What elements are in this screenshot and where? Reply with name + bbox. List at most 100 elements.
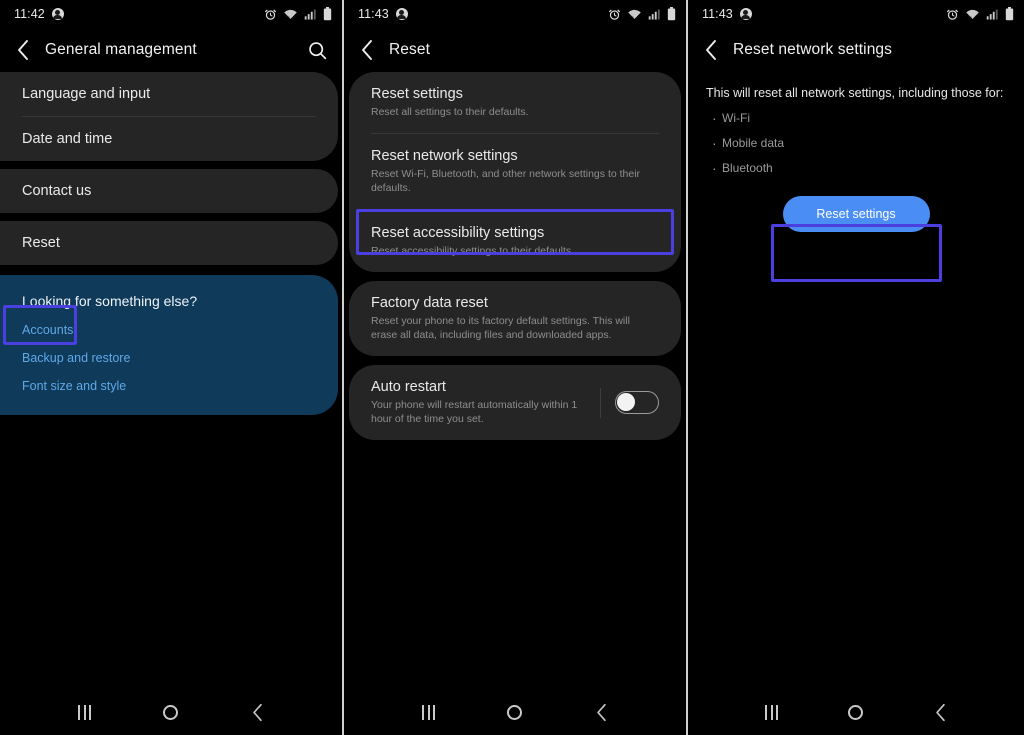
reset-settings-button[interactable]: Reset settings — [782, 196, 930, 232]
highlight-box-reset-settings-button — [771, 224, 942, 282]
back-chevron-icon[interactable] — [360, 39, 374, 61]
list-item-reset[interactable]: Reset — [0, 221, 338, 265]
search-icon[interactable] — [307, 40, 328, 61]
settings-card-2: Contact us — [0, 169, 338, 213]
status-bar-right — [946, 7, 1014, 21]
list-item-description: Reset your phone to its factory default … — [371, 314, 630, 341]
signal-icon — [304, 9, 316, 20]
list-item-label: Reset accessibility settings — [371, 224, 545, 241]
home-icon[interactable] — [507, 705, 523, 720]
list-item-language-and-input[interactable]: Language and input — [0, 72, 338, 116]
status-time: 11:43 — [702, 7, 733, 21]
signal-icon — [986, 9, 998, 20]
list-item-mobile-data: Mobile data — [712, 135, 1006, 151]
promo-link-backup-and-restore[interactable]: Backup and restore — [22, 351, 316, 365]
list-item-date-and-time[interactable]: Date and time — [0, 117, 338, 161]
wifi-icon — [966, 9, 979, 19]
list-item-description: Your phone will restart automatically wi… — [371, 399, 578, 426]
recents-icon[interactable] — [765, 705, 779, 720]
list-item-reset-settings[interactable]: Reset settings Reset all settings to the… — [349, 72, 681, 133]
settings-list: Reset settings Reset all settings to the… — [344, 72, 686, 690]
promo-card-looking-for-something-else: Looking for something else? Accounts Bac… — [0, 275, 338, 415]
list-item-label: Reset settings — [371, 86, 463, 102]
status-bar-left: 11:43 — [358, 7, 408, 21]
status-time: 11:43 — [358, 7, 389, 21]
list-item-label: Language and input — [22, 86, 151, 102]
list-item-texts: Auto restart Your phone will restart aut… — [371, 379, 600, 426]
battery-icon — [1005, 7, 1014, 21]
alarm-icon — [946, 9, 959, 20]
list-item-auto-restart[interactable]: Auto restart Your phone will restart aut… — [349, 365, 681, 440]
back-chevron-icon[interactable] — [934, 703, 947, 722]
promo-link-accounts[interactable]: Accounts — [22, 323, 316, 337]
list-item-bluetooth: Bluetooth — [712, 160, 1006, 176]
phone-screen-general-management: 11:42 General management Language and in… — [0, 0, 342, 735]
screenshot-root: 11:42 General management Language and in… — [0, 0, 1024, 735]
toggle-knob — [617, 393, 635, 412]
settings-card-1: Language and input Date and time — [0, 72, 338, 161]
list-item-description: Reset accessibility settings to their de… — [371, 244, 575, 257]
auto-restart-toggle[interactable] — [615, 391, 659, 415]
list-item-reset-network-settings[interactable]: Reset network settings Reset Wi-Fi, Blue… — [349, 134, 681, 209]
status-bar: 11:42 — [0, 0, 342, 28]
list-item-label: Reset — [22, 235, 60, 251]
recents-icon[interactable] — [422, 705, 436, 720]
back-chevron-icon[interactable] — [251, 703, 264, 722]
list-item-label: Auto restart — [371, 379, 446, 396]
home-icon[interactable] — [163, 705, 179, 720]
phone-screen-reset-network-settings: 11:43 Reset network settings This will r… — [688, 0, 1024, 735]
reset-description: This will reset all network settings, in… — [706, 86, 1004, 100]
status-bar-left: 11:42 — [14, 7, 64, 21]
page-title: Reset — [389, 41, 430, 58]
list-item-label: Reset network settings — [371, 148, 518, 165]
back-chevron-icon[interactable] — [16, 39, 30, 61]
toggle-area — [600, 387, 659, 418]
person-icon — [51, 8, 64, 20]
status-bar: 11:43 — [688, 0, 1024, 28]
person-icon — [739, 8, 752, 20]
list-item-contact-us[interactable]: Contact us — [0, 169, 338, 213]
navigation-bar — [688, 690, 1024, 735]
alarm-icon — [264, 9, 277, 20]
battery-icon — [323, 7, 332, 21]
settings-card-reset-options: Reset settings Reset all settings to the… — [349, 72, 681, 272]
list-item-label: Date and time — [22, 131, 113, 147]
person-icon — [395, 8, 408, 20]
navigation-bar — [0, 690, 342, 735]
home-icon[interactable] — [848, 705, 864, 720]
signal-icon — [648, 9, 660, 20]
list-item-description: Reset all settings to their defaults. — [371, 106, 529, 118]
list-item-reset-accessibility-settings[interactable]: Reset accessibility settings Reset acces… — [349, 211, 681, 272]
status-bar-right — [608, 7, 676, 21]
list-item-label: Contact us — [22, 183, 92, 199]
settings-card-factory-reset: Factory data reset Reset your phone to i… — [349, 280, 681, 357]
toggle-divider — [600, 387, 601, 418]
page-title: Reset network settings — [733, 41, 892, 58]
status-time: 11:42 — [14, 7, 45, 21]
battery-icon — [667, 7, 676, 21]
page-title: General management — [45, 41, 197, 58]
app-bar: General management — [0, 28, 342, 72]
reset-network-body: This will reset all network settings, in… — [688, 72, 1024, 232]
wifi-icon — [284, 9, 297, 19]
back-chevron-icon[interactable] — [704, 39, 718, 61]
settings-card-auto-restart: Auto restart Your phone will restart aut… — [349, 365, 681, 441]
settings-list: Language and input Date and time Contact… — [0, 72, 342, 690]
settings-card-3: Reset — [0, 221, 338, 265]
list-item-description: Reset Wi-Fi, Bluetooth, and other networ… — [371, 168, 641, 195]
wifi-icon — [628, 9, 641, 19]
app-bar: Reset network settings — [688, 28, 1024, 72]
back-chevron-icon[interactable] — [595, 703, 608, 722]
phone-screen-reset: 11:43 Reset Reset settings Reset all set… — [344, 0, 686, 735]
alarm-icon — [608, 9, 621, 20]
list-item-factory-data-reset[interactable]: Factory data reset Reset your phone to i… — [349, 281, 681, 356]
promo-link-font-size-and-style[interactable]: Font size and style — [22, 379, 316, 393]
list-item-wifi: Wi-Fi — [712, 110, 1006, 126]
status-bar-right — [264, 7, 332, 21]
status-bar-left: 11:43 — [702, 7, 752, 21]
promo-title: Looking for something else? — [22, 293, 198, 309]
reset-network-content: This will reset all network settings, in… — [688, 72, 1024, 690]
list-item-label: Factory data reset — [371, 294, 488, 311]
recents-icon[interactable] — [78, 705, 92, 720]
app-bar: Reset — [344, 28, 686, 72]
